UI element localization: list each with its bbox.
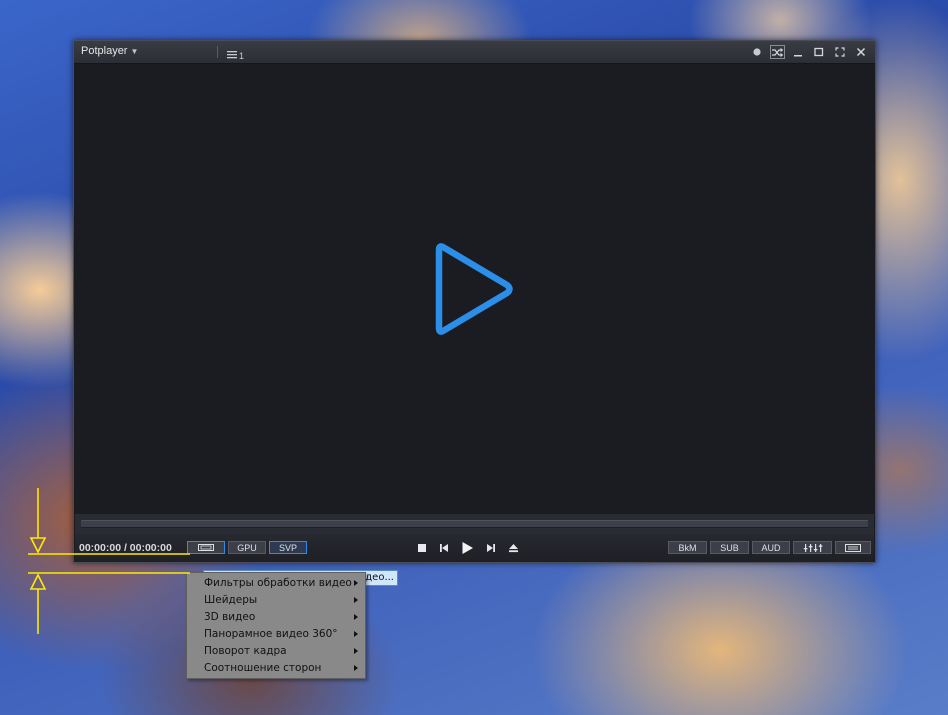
annotation-arrow-up [29, 573, 47, 590]
gap-annotation [28, 488, 190, 634]
annotation-arrow-down [29, 537, 47, 554]
